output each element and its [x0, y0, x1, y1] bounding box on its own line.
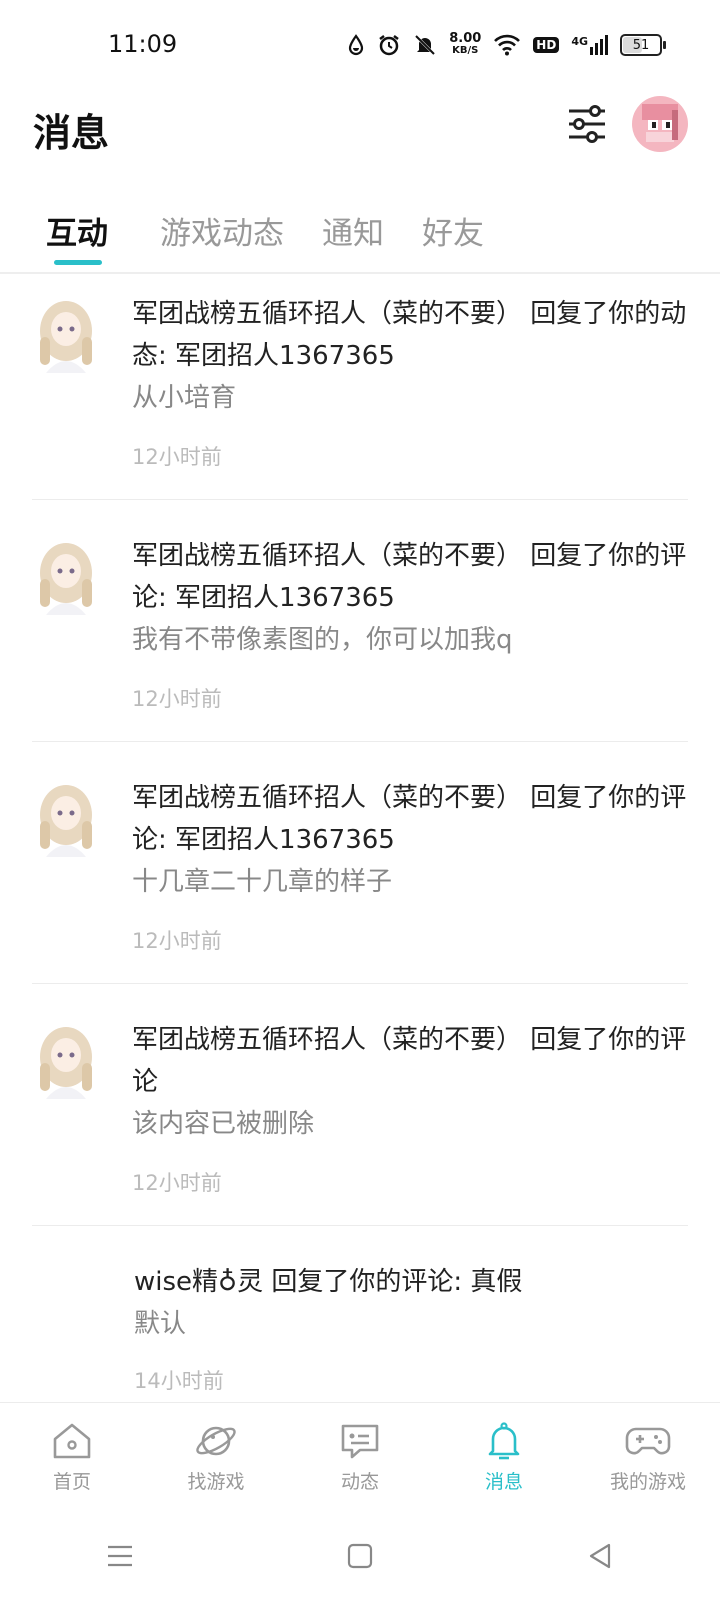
message-list[interactable]: 军团战榜五循环招人（菜的不要） 回复了你的动态: 军团招人1367365 从小培…: [0, 273, 720, 1401]
message-item[interactable]: 军团战榜五循环招人（菜的不要） 回复了你的动态: 军团招人1367365 从小培…: [32, 273, 688, 500]
message-body: 该内容已被删除: [132, 1109, 315, 1139]
message-item[interactable]: 军团战榜五循环招人（菜的不要） 回复了你的评论: 军团招人1367365 我有不…: [32, 499, 688, 742]
menu-button[interactable]: [40, 1526, 200, 1586]
message-title: 军团战榜五循环招人（菜的不要） 回复了你的动态: 军团招人1367365: [132, 299, 687, 371]
status-time: 11:09: [108, 30, 178, 58]
sender-avatar[interactable]: [32, 1023, 100, 1099]
net-speed-value: 8.00: [449, 31, 482, 46]
message-item[interactable]: 军团战榜五循环招人（菜的不要） 回复了你的评论: 军团招人1367365 十几章…: [32, 741, 688, 984]
message-title: 军团战榜五循环招人（菜的不要） 回复了你的评论: 军团招人1367365: [132, 541, 687, 613]
menu-icon: [108, 1545, 132, 1567]
nav-feed[interactable]: 动态: [288, 1403, 432, 1511]
net-speed-unit: KB/S: [452, 45, 479, 56]
gamepad-icon: [625, 1427, 671, 1455]
bottom-nav: 首页 找游戏 动态 消息 我的游戏: [0, 1402, 720, 1511]
message-body: 从小培育: [132, 383, 237, 413]
nav-my-games[interactable]: 我的游戏: [576, 1403, 720, 1511]
message-body: 十几章二十几章的样子: [132, 867, 393, 897]
tab-bar: 互动 游戏动态 通知 好友: [0, 196, 720, 274]
active-tab-indicator: [54, 260, 102, 265]
status-icons: 8.00 KB/S HD 4G 51: [347, 28, 666, 62]
net-speed: 8.00 KB/S: [449, 31, 482, 57]
home-icon: [53, 1423, 91, 1459]
battery-indicator: 51: [620, 34, 666, 56]
message-title: 军团战榜五循环招人（菜的不要） 回复了你的评论: 军团招人1367365: [132, 783, 687, 855]
filter-button[interactable]: [565, 102, 609, 146]
user-avatar[interactable]: [632, 96, 688, 152]
alarm-icon: [379, 35, 399, 56]
system-nav-bar: [0, 1512, 720, 1600]
back-button[interactable]: [520, 1526, 680, 1586]
nav-messages-label: 消息: [484, 1471, 523, 1493]
home-button[interactable]: [280, 1526, 440, 1586]
avatar-image: [40, 543, 92, 615]
bell-icon: [488, 1422, 520, 1460]
status-bar: 11:09 8.00 KB/S HD 4G 51: [0, 0, 720, 92]
back-triangle-icon: [589, 1543, 611, 1569]
message-item[interactable]: 军团战榜五循环招人（菜的不要） 回复了你的评论 该内容已被删除 12小时前: [32, 983, 688, 1226]
message-time: 12小时前: [132, 445, 222, 469]
mute-bell-icon: [415, 34, 436, 56]
tab-interactions[interactable]: 互动: [46, 208, 108, 253]
hd-badge: HD: [533, 37, 560, 53]
nav-feed-label: 动态: [340, 1471, 379, 1493]
battery-level: 51: [632, 37, 650, 53]
tab-notifications[interactable]: 通知: [322, 208, 384, 253]
nav-messages[interactable]: 消息: [432, 1403, 576, 1511]
message-time: 12小时前: [132, 687, 222, 711]
planet-icon: [196, 1426, 236, 1456]
nav-find-games-label: 找游戏: [187, 1471, 245, 1493]
message-title: wise精♁灵 回复了你的评论: 真假: [134, 1267, 523, 1297]
avatar-image: [40, 301, 92, 373]
message-time: 14小时前: [134, 1369, 224, 1393]
signal-type: 4G: [571, 35, 588, 48]
wifi-icon: [494, 34, 521, 56]
nav-find-games[interactable]: 找游戏: [144, 1403, 288, 1511]
nav-home[interactable]: 首页: [0, 1403, 144, 1511]
nav-home-label: 首页: [52, 1471, 91, 1493]
page-title: 消息: [33, 111, 110, 155]
sender-avatar[interactable]: [32, 539, 100, 615]
message-body: 默认: [134, 1309, 187, 1339]
message-time: 12小时前: [132, 929, 222, 953]
nav-my-games-label: 我的游戏: [609, 1471, 686, 1493]
message-body: 我有不带像素图的，你可以加我q: [132, 625, 513, 655]
message-title: 军团战榜五循环招人（菜的不要） 回复了你的评论: [132, 1025, 687, 1097]
message-item[interactable]: wise精♁灵 回复了你的评论: 真假 默认 14小时前: [32, 1225, 688, 1401]
avatar-image: [40, 1027, 92, 1099]
tab-game-news[interactable]: 游戏动态: [160, 208, 284, 253]
signal-icon: 4G: [571, 35, 608, 55]
sender-avatar[interactable]: [32, 297, 100, 373]
sender-avatar[interactable]: [32, 781, 100, 857]
chat-icon: [341, 1424, 379, 1459]
avatar-image: [632, 96, 688, 152]
message-time: 12小时前: [132, 1171, 222, 1195]
tab-friends[interactable]: 好友: [422, 208, 484, 253]
sliders-icon: [569, 105, 605, 143]
avatar-image: [40, 785, 92, 857]
square-icon: [347, 1543, 373, 1569]
header: 消息: [0, 92, 720, 172]
drop-icon: [349, 34, 364, 56]
